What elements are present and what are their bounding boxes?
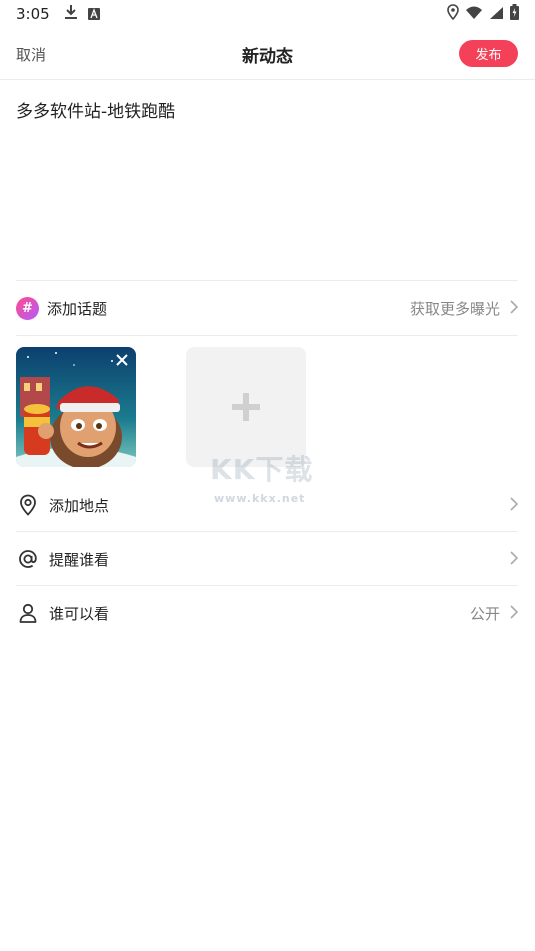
add-location-label: 添加地点 <box>49 496 110 515</box>
add-location-row[interactable]: 添加地点 <box>16 478 519 532</box>
mention-row[interactable]: 提醒谁看 <box>16 532 519 586</box>
add-media-button[interactable] <box>186 347 306 467</box>
add-topic-row[interactable]: # 添加话题 获取更多曝光 <box>16 281 519 335</box>
location-pin-icon <box>16 493 40 517</box>
nav-bar: 取消 新动态 发布 <box>0 28 535 80</box>
media-row <box>16 347 518 468</box>
chevron-right-icon <box>510 299 519 318</box>
chevron-right-icon <box>510 604 519 623</box>
hashtag-icon: # <box>16 296 39 320</box>
battery-charging-icon <box>510 4 519 24</box>
subway-surfers-image[interactable] <box>16 347 136 467</box>
mention-label: 提醒谁看 <box>49 550 110 569</box>
visibility-label: 谁可以看 <box>49 604 110 623</box>
wifi-icon <box>465 5 483 24</box>
status-bar: 3:05 <box>0 0 535 28</box>
divider <box>16 335 518 336</box>
download-icon <box>64 4 78 24</box>
location-icon <box>447 4 459 24</box>
publish-button[interactable]: 发布 <box>459 40 518 67</box>
chevron-right-icon <box>510 496 519 515</box>
chevron-right-icon <box>510 550 519 569</box>
visibility-row[interactable]: 谁可以看 公开 <box>16 586 519 640</box>
at-icon <box>16 547 40 571</box>
plus-icon <box>232 393 260 421</box>
user-icon <box>16 601 40 625</box>
visibility-value: 公开 <box>469 604 500 623</box>
page-title: 新动态 <box>242 47 293 67</box>
add-topic-label: 添加话题 <box>47 299 108 318</box>
status-time: 3:05 <box>16 5 50 23</box>
remove-image-button[interactable] <box>112 350 132 370</box>
post-text-input[interactable]: 多多软件站-地铁跑酷 <box>16 97 516 122</box>
signal-icon <box>489 5 504 24</box>
close-icon <box>116 354 128 366</box>
topic-hint: 获取更多曝光 <box>409 299 500 318</box>
keyboard-a-icon <box>87 5 100 24</box>
